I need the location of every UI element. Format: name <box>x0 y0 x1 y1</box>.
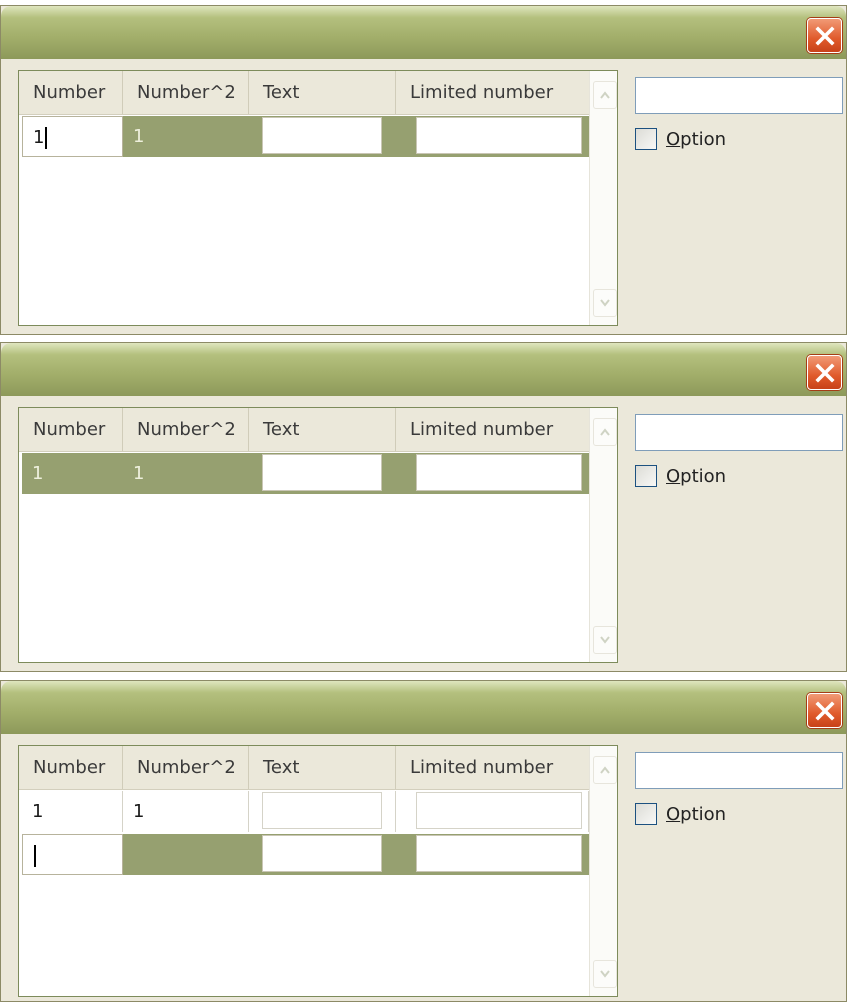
dialog-window-3: Number Number^2 Text Limited number 1 1 … <box>0 680 847 1002</box>
title-bar[interactable] <box>1 681 846 734</box>
column-header-limited-number[interactable]: Limited number <box>396 408 589 451</box>
column-header-text[interactable]: Text <box>249 746 396 789</box>
close-button[interactable] <box>807 355 842 390</box>
cell-number-editor[interactable]: 1 <box>22 116 123 157</box>
column-header-number-squared[interactable]: Number^2 <box>123 746 249 789</box>
option-label-rest: ption <box>680 803 727 825</box>
dialog-window-1: Number Number^2 Text Limited number 1 1 … <box>0 5 847 335</box>
close-x-icon <box>814 25 835 46</box>
cell-text[interactable] <box>249 791 396 832</box>
table-row[interactable]: 1 1 <box>19 116 589 157</box>
column-header-number[interactable]: Number <box>19 71 123 114</box>
side-text-input[interactable] <box>635 414 843 451</box>
scroll-up-button[interactable] <box>593 81 617 109</box>
scroll-down-button[interactable] <box>593 626 617 654</box>
option-label-rest: ption <box>680 128 727 150</box>
option-label-rest: ption <box>680 465 727 487</box>
text-caret <box>34 845 36 867</box>
limited-number-field[interactable] <box>416 792 582 829</box>
vertical-scrollbar[interactable] <box>589 408 617 662</box>
vertical-scrollbar[interactable] <box>589 746 617 996</box>
cell-limited-number[interactable] <box>396 116 589 157</box>
option-mnemonic: O <box>666 803 681 825</box>
close-button[interactable] <box>807 693 842 728</box>
column-header-number-squared[interactable]: Number^2 <box>123 71 249 114</box>
cell-number-squared[interactable]: 1 <box>123 116 249 157</box>
option-checkbox[interactable] <box>635 465 657 487</box>
data-grid[interactable]: Number Number^2 Text Limited number 1 1 <box>18 745 618 997</box>
text-cell-field[interactable] <box>262 835 382 872</box>
cell-text[interactable] <box>249 116 396 157</box>
option-label[interactable]: Option <box>666 466 726 487</box>
limited-number-field[interactable] <box>416 454 582 491</box>
scroll-down-arrow-icon <box>600 636 610 644</box>
scroll-up-button[interactable] <box>593 418 617 446</box>
close-x-icon <box>814 362 835 383</box>
scroll-up-arrow-icon <box>600 428 610 436</box>
dialog-window-2: Number Number^2 Text Limited number 1 1 … <box>0 342 847 672</box>
cell-number-squared[interactable]: 1 <box>123 791 249 832</box>
cell-number-squared[interactable] <box>123 834 249 875</box>
column-header-limited-number[interactable]: Limited number <box>396 746 589 789</box>
option-checkbox-row[interactable]: Option <box>635 124 726 154</box>
option-label[interactable]: Option <box>666 804 726 825</box>
scroll-down-button[interactable] <box>593 960 617 988</box>
grid-header: Number Number^2 Text Limited number <box>19 408 589 452</box>
data-grid[interactable]: Number Number^2 Text Limited number 1 1 <box>18 407 618 663</box>
text-cell-field[interactable] <box>262 792 382 829</box>
column-header-number[interactable]: Number <box>19 746 123 789</box>
table-row[interactable] <box>19 834 589 875</box>
option-checkbox-row[interactable]: Option <box>635 461 726 491</box>
option-checkbox[interactable] <box>635 803 657 825</box>
cell-number-value: 1 <box>33 127 45 148</box>
cell-limited-number[interactable] <box>396 791 589 832</box>
scroll-down-arrow-icon <box>600 970 610 978</box>
limited-number-field[interactable] <box>416 835 582 872</box>
grid-header: Number Number^2 Text Limited number <box>19 71 589 115</box>
scroll-up-arrow-icon <box>600 766 610 774</box>
title-bar[interactable] <box>1 343 846 396</box>
title-bar[interactable] <box>1 6 846 59</box>
column-header-limited-number[interactable]: Limited number <box>396 71 589 114</box>
cell-number[interactable]: 1 <box>22 791 123 832</box>
cell-number-squared[interactable]: 1 <box>123 453 249 494</box>
side-text-input[interactable] <box>635 752 843 789</box>
data-grid[interactable]: Number Number^2 Text Limited number 1 1 <box>18 70 618 326</box>
text-cell-field[interactable] <box>262 454 382 491</box>
option-checkbox[interactable] <box>635 128 657 150</box>
column-header-number[interactable]: Number <box>19 408 123 451</box>
column-header-text[interactable]: Text <box>249 71 396 114</box>
table-row[interactable]: 1 1 <box>19 453 589 494</box>
close-x-icon <box>814 700 835 721</box>
scroll-up-button[interactable] <box>593 756 617 784</box>
text-caret <box>45 127 48 149</box>
option-mnemonic: O <box>666 128 681 150</box>
table-row[interactable]: 1 1 <box>19 791 589 832</box>
side-text-input[interactable] <box>635 77 843 114</box>
cell-limited-number[interactable] <box>396 453 589 494</box>
cell-text[interactable] <box>249 453 396 494</box>
option-mnemonic: O <box>666 465 681 487</box>
option-checkbox-row[interactable]: Option <box>635 799 726 829</box>
limited-number-field[interactable] <box>416 117 582 154</box>
scroll-up-arrow-icon <box>600 91 610 99</box>
cell-limited-number[interactable] <box>396 834 589 875</box>
cell-number[interactable]: 1 <box>22 453 123 494</box>
close-button[interactable] <box>807 18 842 53</box>
scroll-down-button[interactable] <box>593 289 617 317</box>
column-header-text[interactable]: Text <box>249 408 396 451</box>
option-label[interactable]: Option <box>666 129 726 150</box>
cell-number-editor[interactable] <box>22 834 123 875</box>
cell-text[interactable] <box>249 834 396 875</box>
grid-header: Number Number^2 Text Limited number <box>19 746 589 790</box>
vertical-scrollbar[interactable] <box>589 71 617 325</box>
column-header-number-squared[interactable]: Number^2 <box>123 408 249 451</box>
scroll-down-arrow-icon <box>600 299 610 307</box>
text-cell-field[interactable] <box>262 117 382 154</box>
